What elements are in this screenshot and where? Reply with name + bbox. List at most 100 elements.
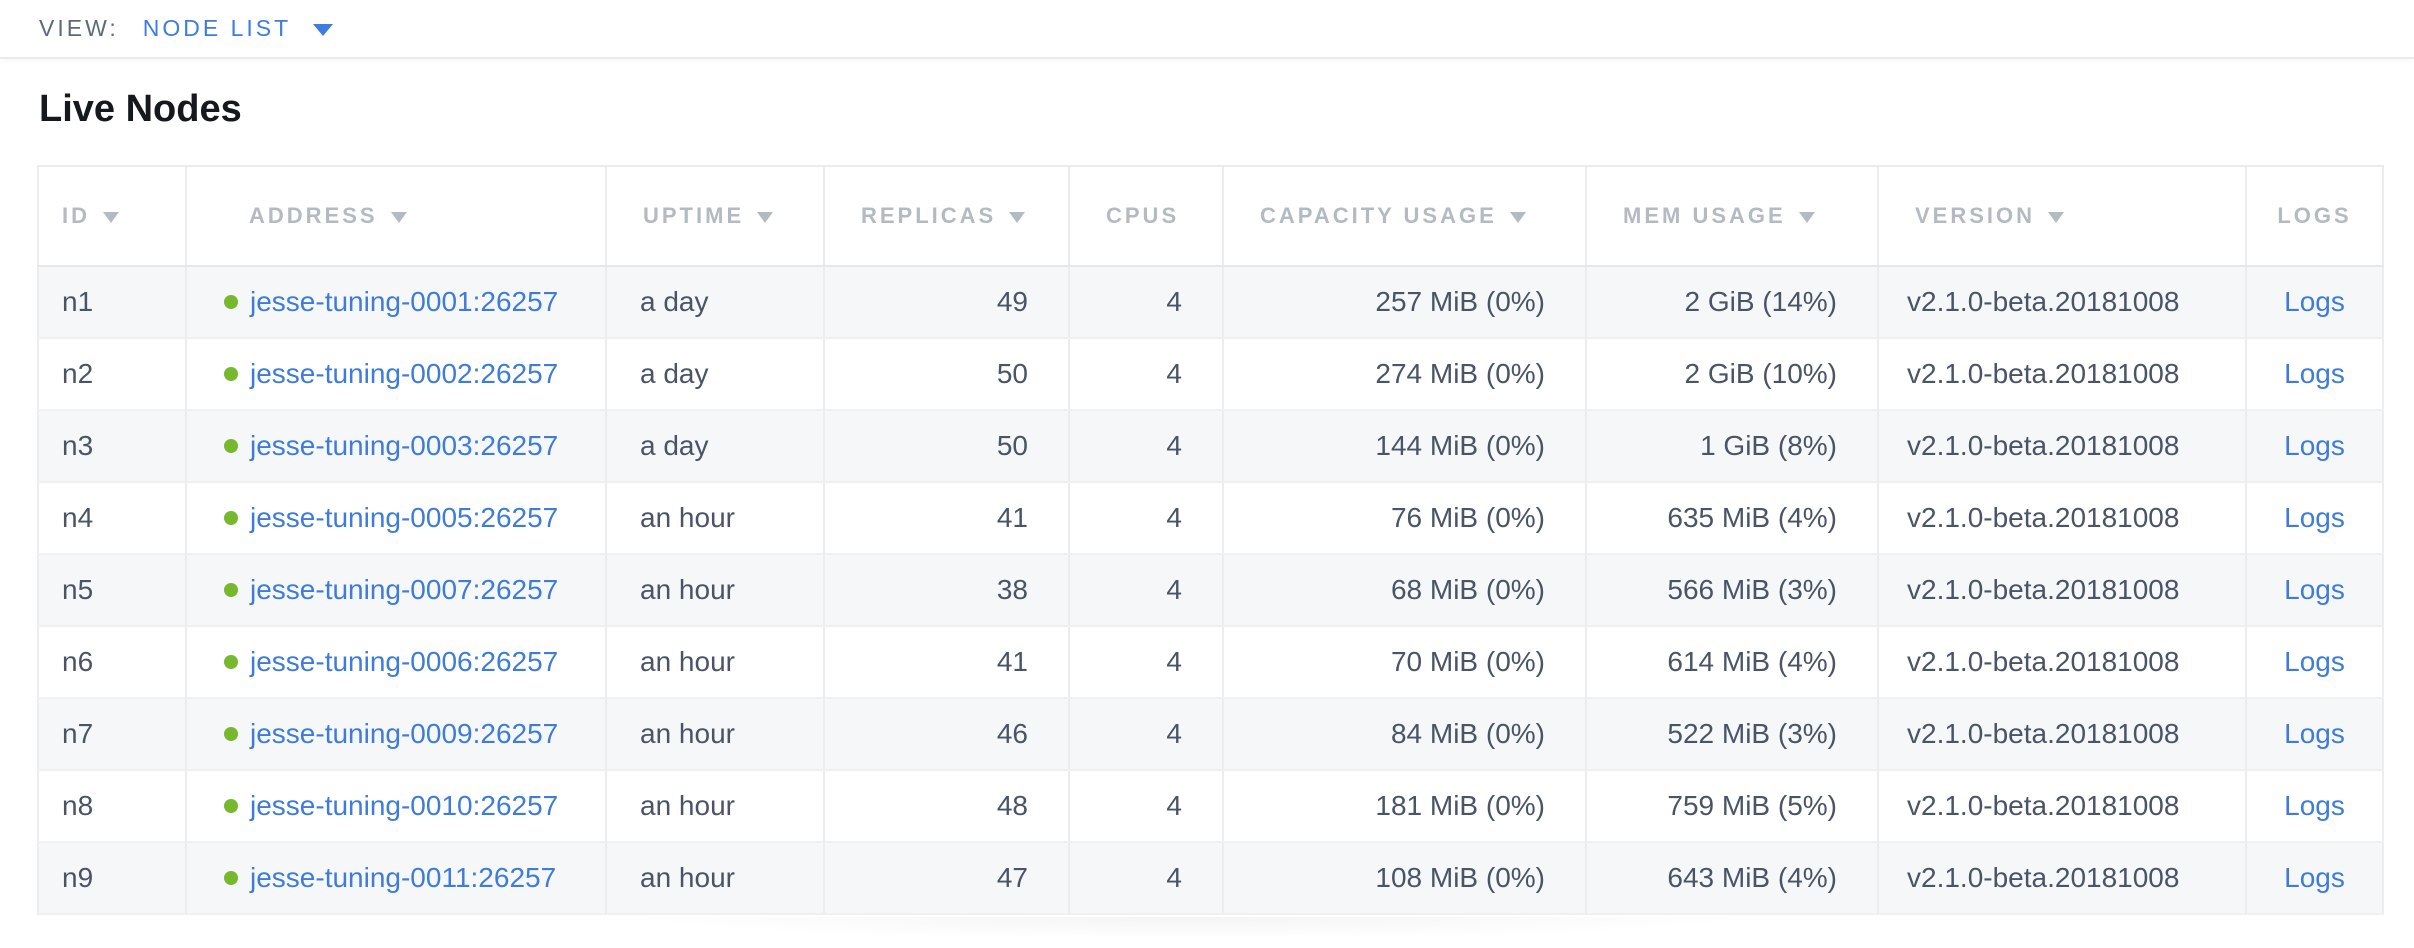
node-uptime-cell: an hour xyxy=(606,554,824,626)
node-logs-cell: Logs xyxy=(2246,626,2383,698)
column-header-replicas[interactable]: REPLICAS xyxy=(824,166,1069,266)
node-uptime-cell: a day xyxy=(606,410,824,482)
table-row: n8 jesse-tuning-0010:26257 an hour484181 M… xyxy=(38,770,2383,842)
node-uptime-cell: a day xyxy=(606,266,824,338)
node-id-cell: n7 xyxy=(38,698,186,770)
node-cpus-cell: 4 xyxy=(1069,266,1223,338)
node-address-cell: jesse-tuning-0005:26257 xyxy=(186,482,606,554)
sort-desc-icon xyxy=(2048,212,2064,223)
node-mem-cell: 614 MiB (4%) xyxy=(1586,626,1878,698)
node-cpus-cell: 4 xyxy=(1069,842,1223,914)
node-version-cell: v2.1.0-beta.20181008 xyxy=(1878,626,2246,698)
node-logs-link[interactable]: Logs xyxy=(2284,790,2345,821)
node-id-cell: n8 xyxy=(38,770,186,842)
node-logs-link[interactable]: Logs xyxy=(2284,430,2345,461)
node-logs-link[interactable]: Logs xyxy=(2284,574,2345,605)
node-address-cell: jesse-tuning-0003:26257 xyxy=(186,410,606,482)
column-header-label: LOGS xyxy=(2277,203,2351,228)
column-header-label: CPUS xyxy=(1106,203,1179,228)
node-replicas-cell: 48 xyxy=(824,770,1069,842)
node-version-cell: v2.1.0-beta.20181008 xyxy=(1878,410,2246,482)
column-header-uptime[interactable]: UPTIME xyxy=(606,166,824,266)
node-mem-cell: 759 MiB (5%) xyxy=(1586,770,1878,842)
node-logs-link[interactable]: Logs xyxy=(2284,358,2345,389)
sort-desc-icon xyxy=(1009,212,1025,223)
node-address-cell: jesse-tuning-0010:26257 xyxy=(186,770,606,842)
column-header-mem[interactable]: MEM USAGE xyxy=(1586,166,1878,266)
node-id-cell: n6 xyxy=(38,626,186,698)
node-capacity-cell: 144 MiB (0%) xyxy=(1223,410,1586,482)
node-uptime-cell: an hour xyxy=(606,626,824,698)
table-row: n4jesse-tuning-0005:26257an hour41476 Mi… xyxy=(38,482,2383,554)
node-uptime-cell: an hour xyxy=(606,482,824,554)
node-cpus-cell: 4 xyxy=(1069,770,1223,842)
live-nodes-table: ID ADDRESSUPTIME REPLICAS CPUS CAPACITY USAG… xyxy=(37,165,2384,915)
node-uptime-cell: an hour xyxy=(606,770,824,842)
node-replicas-cell: 47 xyxy=(824,842,1069,914)
node-address-link[interactable]: jesse-tuning-0005:26257 xyxy=(250,502,558,533)
node-capacity-cell: 274 MiB (0%) xyxy=(1223,338,1586,410)
view-label: VIEW: xyxy=(39,15,119,42)
node-live-status-icon xyxy=(224,655,238,669)
node-logs-cell: Logs xyxy=(2246,770,2383,842)
node-replicas-cell: 41 xyxy=(824,626,1069,698)
sort-desc-icon xyxy=(391,212,407,223)
node-mem-cell: 643 MiB (4%) xyxy=(1586,842,1878,914)
node-logs-link[interactable]: Logs xyxy=(2284,502,2345,533)
node-logs-link[interactable]: Logs xyxy=(2284,286,2345,317)
node-replicas-cell: 50 xyxy=(824,410,1069,482)
node-mem-cell: 522 MiB (3%) xyxy=(1586,698,1878,770)
node-capacity-cell: 181 MiB (0%) xyxy=(1223,770,1586,842)
node-logs-link[interactable]: Logs xyxy=(2284,862,2345,893)
node-address-link[interactable]: jesse-tuning-0006:26257 xyxy=(250,646,558,677)
node-mem-cell: 2 GiB (10%) xyxy=(1586,338,1878,410)
table-row: n1jesse-tuning-0001:26257a day494257 MiB… xyxy=(38,266,2383,338)
node-cpus-cell: 4 xyxy=(1069,338,1223,410)
node-uptime-cell: a day xyxy=(606,338,824,410)
column-header-id[interactable]: ID xyxy=(38,166,186,266)
node-mem-cell: 2 GiB (14%) xyxy=(1586,266,1878,338)
node-logs-link[interactable]: Logs xyxy=(2284,646,2345,677)
table-header-row: ID ADDRESSUPTIME REPLICAS CPUS CAPACITY USAG… xyxy=(38,166,2383,266)
node-version-cell: v2.1.0-beta.20181008 xyxy=(1878,698,2246,770)
node-live-status-icon xyxy=(224,439,238,453)
node-id-cell: n1 xyxy=(38,266,186,338)
node-logs-link[interactable]: Logs xyxy=(2284,718,2345,749)
node-logs-cell: Logs xyxy=(2246,338,2383,410)
node-logs-cell: Logs xyxy=(2246,410,2383,482)
node-live-status-icon xyxy=(224,799,238,813)
node-address-link[interactable]: jesse-tuning-0002:26257 xyxy=(250,358,558,389)
node-address-link[interactable]: jesse-tuning-0007:26257 xyxy=(250,574,558,605)
table-row: n7jesse-tuning-0009:26257an hour46484 Mi… xyxy=(38,698,2383,770)
column-header-version[interactable]: VERSION xyxy=(1878,166,2246,266)
node-live-status-icon xyxy=(224,511,238,525)
column-header-capacity[interactable]: CAPACITY USAGE xyxy=(1223,166,1586,266)
node-cpus-cell: 4 xyxy=(1069,698,1223,770)
column-header-address[interactable]: ADDRESS xyxy=(186,166,606,266)
node-cpus-cell: 4 xyxy=(1069,554,1223,626)
column-header-label: MEM USAGE xyxy=(1623,203,1786,228)
node-version-cell: v2.1.0-beta.20181008 xyxy=(1878,482,2246,554)
node-address-link[interactable]: jesse-tuning-0003:26257 xyxy=(250,430,558,461)
view-selector-dropdown[interactable]: NODE LIST xyxy=(143,15,333,42)
node-live-status-icon xyxy=(224,727,238,741)
sort-desc-icon xyxy=(1799,212,1815,223)
node-id-cell: n9 xyxy=(38,842,186,914)
chevron-down-icon xyxy=(313,24,333,36)
node-address-link[interactable]: jesse-tuning-0001:26257 xyxy=(250,286,558,317)
node-address-cell: jesse-tuning-0001:26257 xyxy=(186,266,606,338)
column-header-label: REPLICAS xyxy=(861,203,996,228)
node-version-cell: v2.1.0-beta.20181008 xyxy=(1878,554,2246,626)
node-logs-cell: Logs xyxy=(2246,266,2383,338)
node-live-status-icon xyxy=(224,583,238,597)
column-header-label: ID xyxy=(62,203,90,228)
node-address-link[interactable]: jesse-tuning-0010:26257 xyxy=(250,790,558,821)
node-capacity-cell: 70 MiB (0%) xyxy=(1223,626,1586,698)
node-address-cell: jesse-tuning-0009:26257 xyxy=(186,698,606,770)
node-replicas-cell: 50 xyxy=(824,338,1069,410)
node-uptime-cell: an hour xyxy=(606,842,824,914)
node-address-link[interactable]: jesse-tuning-0009:26257 xyxy=(250,718,558,749)
node-live-status-icon xyxy=(224,367,238,381)
sort-desc-icon xyxy=(1510,212,1526,223)
node-address-link[interactable]: jesse-tuning-0011:26257 xyxy=(250,862,556,893)
